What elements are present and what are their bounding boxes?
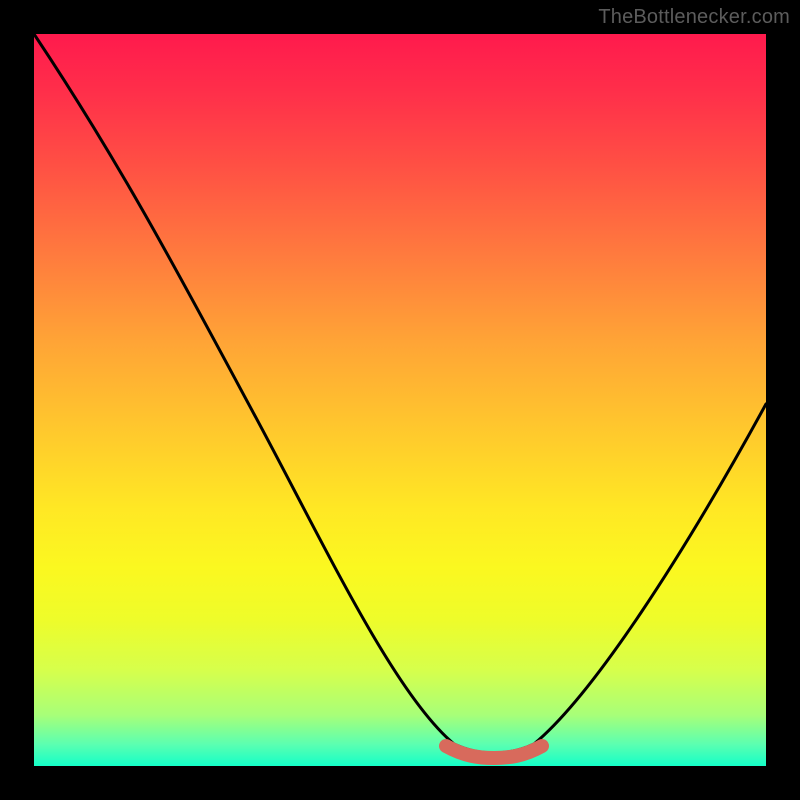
highlight-svg [34,34,766,766]
plot-area [34,34,766,766]
highlight-segment [446,746,542,758]
attribution-text: TheBottlenecker.com [598,6,790,29]
